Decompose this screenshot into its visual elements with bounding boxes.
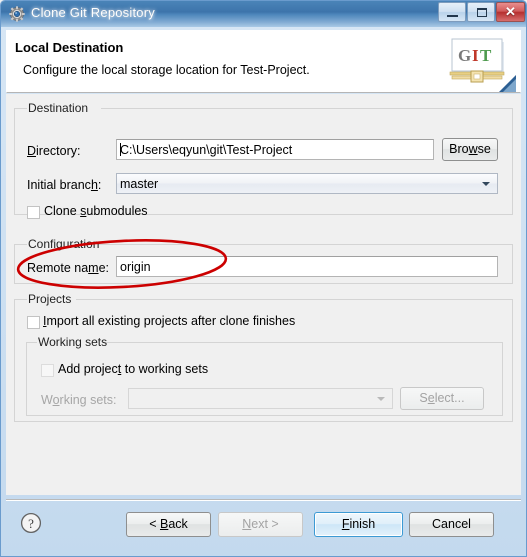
git-logo-icon: G I T bbox=[444, 35, 516, 92]
cancel-button[interactable]: Cancel bbox=[409, 512, 494, 537]
remote-name-input[interactable]: origin bbox=[116, 256, 498, 277]
select-working-sets-button[interactable]: Select... bbox=[400, 387, 484, 410]
import-projects-label[interactable]: Import all existing projects after clone… bbox=[43, 314, 295, 328]
group-border-right bbox=[103, 342, 502, 343]
svg-text:G: G bbox=[458, 46, 471, 65]
minimize-icon bbox=[447, 15, 458, 17]
working-sets-combo[interactable] bbox=[128, 388, 393, 409]
group-border-right bbox=[76, 299, 512, 300]
clone-git-repository-dialog: Clone Git Repository Clone Git Repositor… bbox=[0, 0, 527, 557]
git-repository-gear-icon bbox=[9, 6, 25, 22]
maximize-icon bbox=[477, 8, 487, 17]
remote-name-value: origin bbox=[120, 260, 151, 274]
help-question-icon[interactable]: ? bbox=[20, 512, 42, 534]
directory-label: Directory: bbox=[27, 144, 81, 158]
working-sets-group-label: Working sets bbox=[38, 335, 108, 349]
close-icon: ✕ bbox=[505, 4, 516, 19]
back-button[interactable]: < Back bbox=[126, 512, 211, 537]
destination-group-label: Destination bbox=[28, 101, 89, 115]
initial-branch-value: master bbox=[120, 177, 159, 191]
group-border-left bbox=[15, 299, 27, 300]
footer-separator-highlight bbox=[6, 500, 521, 501]
page-description: Configure the local storage location for… bbox=[23, 63, 310, 77]
directory-input[interactable]: C:\Users\eqyun\git\Test-Project bbox=[116, 139, 434, 160]
chevron-down-icon bbox=[377, 396, 385, 401]
wizard-content: Destination Directory: C:\Users\eqyun\gi… bbox=[6, 94, 521, 495]
minimize-button[interactable] bbox=[438, 2, 466, 22]
add-to-working-sets-checkbox[interactable] bbox=[41, 364, 54, 377]
svg-text:?: ? bbox=[28, 516, 34, 531]
title-bar[interactable]: Clone Git Repository Clone Git Repositor… bbox=[1, 1, 526, 27]
group-border-left bbox=[15, 108, 27, 109]
maximize-button[interactable] bbox=[467, 2, 495, 22]
browse-button[interactable]: Browse bbox=[442, 138, 498, 161]
add-to-working-sets-label[interactable]: Add project to working sets bbox=[58, 362, 208, 376]
next-button: Next > bbox=[218, 512, 303, 537]
finish-button[interactable]: Finish bbox=[314, 512, 403, 537]
chevron-down-icon bbox=[482, 181, 490, 186]
initial-branch-combo[interactable]: master bbox=[116, 173, 498, 194]
svg-text:T: T bbox=[480, 46, 492, 65]
configuration-group-label: Configuration bbox=[28, 237, 100, 251]
group-border-right bbox=[98, 244, 512, 245]
group-border-left bbox=[27, 342, 37, 343]
group-border-left bbox=[15, 244, 27, 245]
close-button[interactable]: ✕ bbox=[496, 2, 525, 22]
initial-branch-label: Initial branch: bbox=[27, 178, 102, 192]
destination-group bbox=[14, 108, 513, 215]
import-projects-checkbox[interactable] bbox=[27, 316, 40, 329]
cancel-button-label: Cancel bbox=[432, 517, 471, 531]
page-title: Local Destination bbox=[15, 40, 124, 55]
clone-submodules-label[interactable]: Clone submodules bbox=[44, 204, 148, 218]
wizard-header: Local Destination Configure the local st… bbox=[6, 30, 521, 93]
group-border-right bbox=[101, 108, 512, 109]
svg-text:I: I bbox=[472, 46, 479, 65]
projects-group-label: Projects bbox=[28, 292, 72, 306]
remote-name-label: Remote name: bbox=[27, 261, 110, 275]
working-sets-label: Working sets: bbox=[41, 393, 117, 407]
directory-input-value: C:\Users\eqyun\git\Test-Project bbox=[120, 143, 293, 157]
window-title: Clone Git Repository bbox=[31, 5, 155, 20]
clone-submodules-checkbox[interactable] bbox=[27, 206, 40, 219]
